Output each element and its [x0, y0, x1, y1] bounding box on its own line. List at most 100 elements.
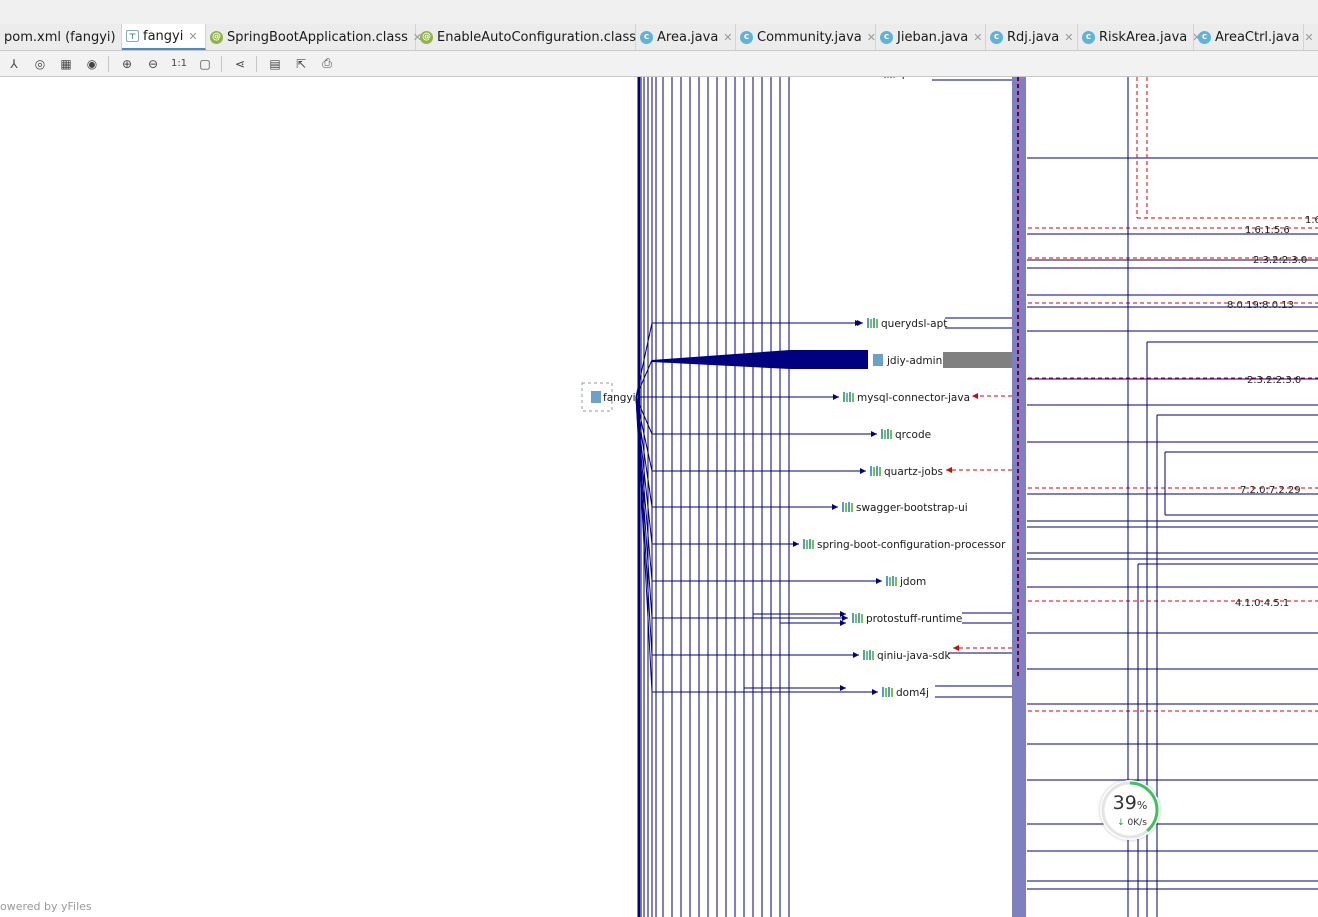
library-icon: [887, 77, 889, 78]
library-icon: [846, 393, 848, 402]
tab-community-java[interactable]: c Community.java ✕: [736, 24, 876, 50]
library-icon: [861, 614, 863, 623]
close-icon[interactable]: ✕: [867, 31, 876, 44]
download-arrow-icon: ↓: [1117, 818, 1125, 828]
library-icon: [863, 650, 865, 660]
library-icon: [893, 77, 895, 78]
eye-button[interactable]: ◉: [80, 53, 104, 75]
layout-button[interactable]: ⅄: [2, 53, 26, 75]
class-icon: c: [1082, 30, 1095, 44]
class-icon: c: [990, 30, 1003, 44]
dependency-node-swagger-bootstrap-ui[interactable]: swagger-bootstrap-ui: [842, 502, 968, 514]
tab-label: Jieban.java: [897, 29, 969, 45]
annotation-icon: @: [420, 30, 433, 44]
close-icon[interactable]: ✕: [188, 30, 197, 43]
library-icon: [869, 650, 871, 660]
library-icon: [812, 540, 814, 549]
dependency-node-spring-boot-configuration-processor[interactable]: spring-boot-configuration-processor: [803, 539, 1006, 551]
fit-content-button[interactable]: ▢: [193, 53, 217, 75]
tab-areactrl-java[interactable]: c AreaCtrl.java ✕: [1194, 24, 1314, 50]
tab-enableautoconfiguration-class[interactable]: @EnableAutoConfiguration.class✕: [416, 24, 650, 50]
save-icon: ▤: [269, 56, 281, 71]
zoom-out-button[interactable]: ⊖: [141, 53, 165, 75]
fit-icon: ▦: [60, 56, 72, 71]
tab-riskarea-java[interactable]: c RiskArea.java ✕: [1078, 24, 1201, 50]
dependency-node-qiniu-java-sdk[interactable]: qiniu-java-sdk: [863, 650, 952, 662]
tab-label: EnableAutoConfiguration.class: [437, 29, 637, 45]
toolbar-separator: [108, 55, 109, 72]
tab-fangyi[interactable]: ⊤ fangyi ✕: [122, 24, 206, 50]
library-icon: [879, 467, 881, 476]
node-label: querydsl-apt: [881, 318, 947, 330]
select-button[interactable]: ◎: [28, 53, 52, 75]
tab-springbootapplication-class[interactable]: @ SpringBootApplication.class ✕: [206, 24, 422, 50]
close-icon[interactable]: ✕: [723, 31, 732, 44]
library-icon: [852, 613, 854, 623]
close-icon[interactable]: ✕: [1304, 31, 1313, 44]
tab-area-java[interactable]: c Area.java ✕: [636, 24, 736, 50]
library-icon: [872, 651, 874, 660]
class-icon: c: [640, 30, 653, 44]
network-monitor-widget[interactable]: 39% ↓ 0K/s: [1100, 780, 1160, 840]
save-button[interactable]: ▤: [263, 53, 287, 75]
tab-jieban-java[interactable]: c Jieban.java ✕: [876, 24, 986, 50]
network-speed-value: 0K/s: [1127, 818, 1147, 828]
class-icon: c: [740, 30, 753, 44]
version-conflict-label: 1.6.1:5.6: [1245, 225, 1290, 236]
zoom-in-button[interactable]: ⊕: [115, 53, 139, 75]
dependency-node-protostuff-runtime[interactable]: protostuff-runtime: [852, 613, 962, 625]
close-icon[interactable]: ✕: [973, 31, 982, 44]
actual-size-button[interactable]: 1:1: [167, 53, 191, 75]
dependency-node-querydsl-apt[interactable]: querydsl-apt: [867, 318, 947, 330]
dependency-node-mysql-connector-java[interactable]: mysql-connector-java: [843, 392, 970, 404]
library-icon: [888, 687, 890, 697]
tab-label: AreaCtrl.java: [1215, 29, 1300, 45]
share-button[interactable]: ⋖: [228, 53, 252, 75]
tab-label: pom.xml (fangyi): [4, 29, 116, 45]
library-icon: [809, 539, 811, 549]
tab-rdj-java[interactable]: c Rdj.java ✕: [986, 24, 1078, 50]
select-icon: ◎: [34, 56, 46, 71]
library-icon: [876, 466, 878, 476]
tab-label: SpringBootApplication.class: [227, 29, 408, 45]
tab-pom-xml-fangyi[interactable]: pom.xml (fangyi)✕: [0, 24, 130, 50]
library-icon: [886, 576, 888, 586]
diagram-icon: ⊤: [126, 30, 139, 42]
dependency-node-qrcode[interactable]: qrcode: [881, 429, 931, 441]
dependency-node-quartz[interactable]: quartz: [884, 77, 932, 80]
library-icon: [889, 577, 891, 586]
network-percent: 39%: [1100, 792, 1160, 814]
module-icon: [873, 354, 883, 366]
library-icon: [803, 539, 805, 549]
zoom-in-icon: ⊕: [121, 56, 133, 71]
library-icon: [873, 318, 875, 328]
library-icon: [882, 687, 884, 697]
library-icon: [867, 318, 869, 328]
dependency-node-jdom[interactable]: jdom: [886, 576, 926, 588]
library-icon: [855, 614, 857, 623]
actual-size-icon: 1:1: [170, 58, 188, 69]
library-icon: [876, 319, 878, 328]
share-icon: ⋖: [234, 56, 246, 71]
dependency-node-jdiy-admin[interactable]: jdiy-admin: [873, 354, 942, 367]
print-button[interactable]: ⎙: [315, 53, 339, 75]
library-icon: [884, 77, 886, 78]
library-icon: [891, 688, 893, 697]
dependency-node-quartz-jobs[interactable]: quartz-jobs: [870, 466, 943, 478]
fit-button[interactable]: ▦: [54, 53, 78, 75]
node-label: dom4j: [896, 687, 929, 699]
node-label: mysql-connector-java: [857, 392, 970, 404]
version-conflict-label: 7.2.0:7.2.29: [1240, 485, 1301, 496]
library-icon: [873, 467, 875, 476]
powered-by-label: owered by yFiles: [0, 900, 92, 913]
library-icon: [849, 392, 851, 402]
library-icon: [890, 430, 892, 439]
dependency-node-dom4j[interactable]: dom4j: [882, 687, 929, 699]
tab-label: Community.java: [757, 29, 862, 45]
library-icon: [890, 77, 892, 78]
version-conflict-label: 1.6: [1305, 215, 1318, 226]
library-icon: [892, 576, 894, 586]
close-icon[interactable]: ✕: [1064, 31, 1073, 44]
node-root-label[interactable]: fangyi: [603, 392, 636, 404]
export-button[interactable]: ⇱: [289, 53, 313, 75]
